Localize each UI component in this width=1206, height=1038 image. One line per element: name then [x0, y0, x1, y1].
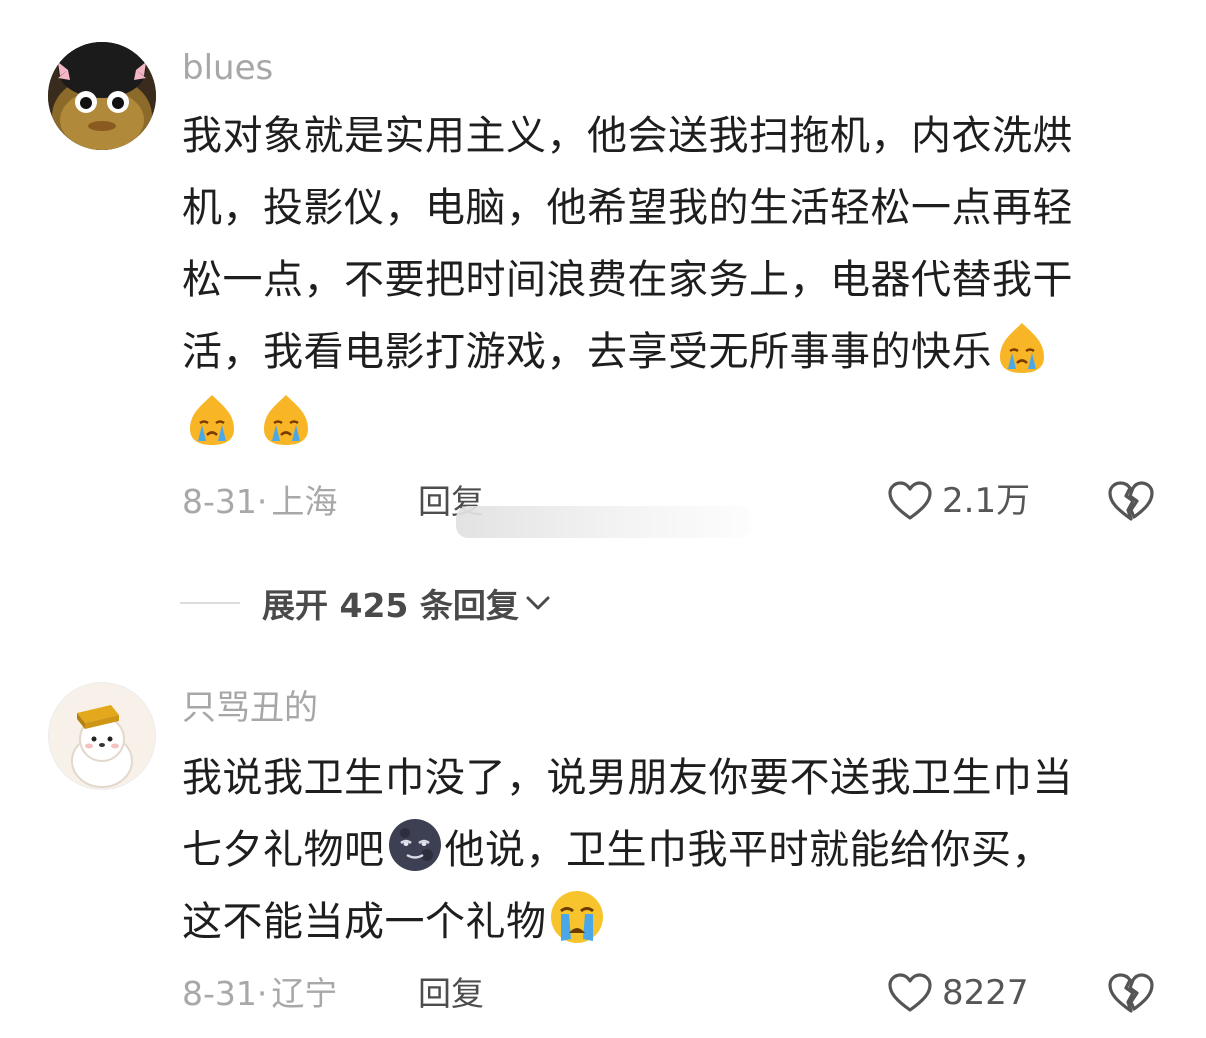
crying-chick-emoji: [182, 389, 242, 449]
crying-chick-emoji: [992, 317, 1052, 377]
comment-text-line: 我说我卫生巾没了，说男朋友你要不送我卫生巾当: [182, 755, 1073, 801]
comment-username[interactable]: blues: [182, 48, 273, 88]
comment-text-line: 七夕礼物吧 他说，卫生巾我平时就能给你买，: [182, 814, 1162, 886]
comment-1: blues 我对象就是实用主义，他会送我扫拖机，内衣洗烘 机，投影仪，电脑，他希…: [0, 0, 1206, 625]
meta-separator: ·: [256, 482, 268, 521]
comment-text-segment: 他说，卫生巾我平时就能给你买，: [444, 827, 1052, 873]
heart-icon: [888, 973, 932, 1012]
avatar-image: [48, 42, 156, 150]
comment-text-segment: 七夕礼物吧: [182, 827, 385, 873]
chevron-down-icon: [526, 596, 550, 610]
comment-meta: 8-31· 上海: [182, 482, 337, 522]
avatar-blues[interactable]: [48, 42, 156, 150]
dark-moon-face-emoji: [385, 815, 445, 875]
comment-text-line: 这不能当成一个礼物: [182, 886, 1162, 958]
comment-text: 我对象就是实用主义，他会送我扫拖机，内衣洗烘 机，投影仪，电脑，他希望我的生活轻…: [182, 100, 1162, 460]
comment-text-line: 松一点，不要把时间浪费在家务上，电器代替我干: [182, 257, 1073, 303]
heart-icon: [888, 481, 932, 520]
comment-meta: 8-31· 辽宁: [182, 974, 337, 1014]
comment-location: 上海: [271, 482, 338, 521]
comment-date: 8-31: [182, 974, 257, 1013]
meta-separator: ·: [256, 974, 268, 1013]
expand-replies-button[interactable]: 展开 425 条回复: [180, 580, 553, 626]
comment-text-line: 机，投影仪，电脑，他希望我的生活轻松一点再轻: [182, 185, 1073, 231]
avatar-user2[interactable]: [48, 682, 156, 790]
blur-overlay: [456, 506, 752, 538]
dislike-button[interactable]: [1106, 476, 1156, 526]
broken-heart-icon: [1108, 481, 1154, 521]
comment-text: 我说我卫生巾没了，说男朋友你要不送我卫生巾当 七夕礼物吧 他说，卫生巾我平时就能给…: [182, 742, 1162, 958]
expand-replies-label: 展开 425 条回复: [262, 586, 519, 625]
reply-button[interactable]: 回复: [418, 974, 484, 1014]
comment-text-line: 我对象就是实用主义，他会送我扫拖机，内衣洗烘: [182, 113, 1073, 159]
like-count: 2.1万: [942, 481, 1031, 521]
comment-text-segment: 活，我看电影打游戏，去享受无所事事的快乐: [182, 329, 992, 375]
comment-2: 只骂丑的 我说我卫生巾没了，说男朋友你要不送我卫生巾当 七夕礼物吧 他说，卫生巾我…: [0, 660, 1206, 1038]
broken-heart-icon: [1108, 973, 1154, 1013]
dislike-button[interactable]: [1106, 968, 1156, 1018]
comment-text-line: [182, 388, 1162, 460]
divider: [180, 602, 240, 604]
like-button[interactable]: 2.1万: [886, 476, 1030, 526]
crying-chick-emoji: [256, 389, 316, 449]
loudly-crying-face-emoji: [547, 887, 607, 947]
comment-date: 8-31: [182, 482, 257, 521]
comment-location: 辽宁: [271, 974, 338, 1013]
comment-text-segment: 这不能当成一个礼物: [182, 899, 547, 945]
comment-username[interactable]: 只骂丑的: [182, 688, 318, 728]
like-count: 8227: [942, 973, 1029, 1013]
comment-text-line: 活，我看电影打游戏，去享受无所事事的快乐: [182, 316, 1162, 388]
like-button[interactable]: 8227: [886, 968, 1029, 1018]
avatar-image: [49, 683, 155, 789]
